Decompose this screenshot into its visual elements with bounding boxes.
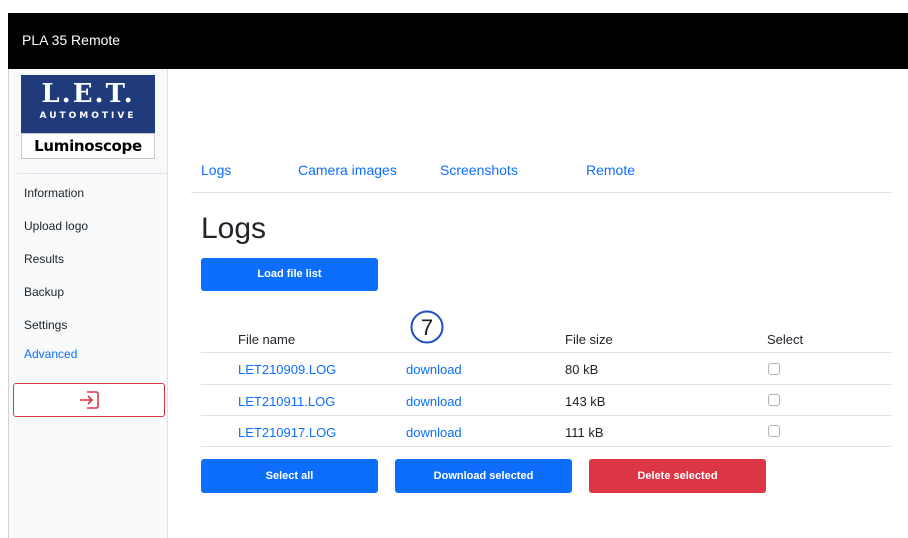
- column-header-file-size: File size: [565, 332, 613, 347]
- table-header-divider: [201, 352, 891, 353]
- file-name-link[interactable]: LET210911.LOG: [238, 394, 335, 409]
- logo-top-block: L.E.T. AUTOMOTIVE: [21, 75, 155, 133]
- tab-remote[interactable]: Remote: [586, 162, 635, 178]
- tab-screenshots[interactable]: Screenshots: [440, 162, 518, 178]
- tabs-divider: [191, 192, 891, 193]
- app-title: PLA 35 Remote: [22, 32, 121, 48]
- logo-sub-text: AUTOMOTIVE: [39, 111, 137, 121]
- file-name-link[interactable]: LET210917.LOG: [238, 425, 336, 440]
- company-logo: L.E.T. AUTOMOTIVE Luminoscope: [21, 75, 155, 159]
- tab-camera-images[interactable]: Camera images: [298, 162, 397, 178]
- sidebar-item-advanced[interactable]: Advanced: [24, 347, 77, 361]
- sidebar-item-upload-logo[interactable]: Upload logo: [24, 219, 88, 233]
- top-bar: PLA 35 Remote: [8, 13, 908, 69]
- file-size: 111 kB: [565, 425, 604, 440]
- download-link[interactable]: download: [406, 362, 462, 377]
- sidebar-divider: [17, 173, 167, 174]
- select-all-button[interactable]: Select all: [201, 459, 378, 493]
- step-marker-icon: 7: [410, 310, 444, 344]
- file-name-link[interactable]: LET210909.LOG: [238, 362, 336, 377]
- delete-selected-button[interactable]: Delete selected: [589, 459, 766, 493]
- sidebar-item-information[interactable]: Information: [24, 186, 84, 200]
- sidebar-item-settings[interactable]: Settings: [24, 318, 67, 332]
- logo-bottom-block: Luminoscope: [21, 133, 155, 159]
- logout-arrow-icon: [80, 391, 99, 409]
- download-link[interactable]: download: [406, 425, 462, 440]
- tab-logs[interactable]: Logs: [201, 162, 231, 178]
- sidebar-item-results[interactable]: Results: [24, 252, 64, 266]
- logout-button[interactable]: [13, 383, 165, 417]
- sidebar-item-backup[interactable]: Backup: [24, 285, 64, 299]
- table-row-divider: [201, 415, 891, 416]
- step-marker-number: 7: [421, 315, 433, 340]
- logo-product-text: Luminoscope: [34, 137, 142, 155]
- download-link[interactable]: download: [406, 394, 462, 409]
- file-size: 143 kB: [565, 394, 606, 409]
- page-title: Logs: [201, 212, 267, 245]
- logo-brand-text: L.E.T.: [41, 79, 135, 109]
- table-row-divider: [201, 446, 891, 447]
- row-select-checkbox[interactable]: [768, 363, 780, 375]
- download-selected-button[interactable]: Download selected: [395, 459, 572, 493]
- column-header-select: Select: [767, 332, 804, 347]
- load-file-list-button[interactable]: Load file list: [201, 258, 378, 291]
- row-select-checkbox[interactable]: [768, 394, 780, 406]
- sidebar: L.E.T. AUTOMOTIVE Luminoscope Informatio…: [8, 69, 168, 538]
- table-row-divider: [201, 384, 891, 385]
- column-header-file-name: File name: [238, 332, 296, 347]
- row-select-checkbox[interactable]: [768, 425, 780, 437]
- file-size: 80 kB: [565, 362, 599, 377]
